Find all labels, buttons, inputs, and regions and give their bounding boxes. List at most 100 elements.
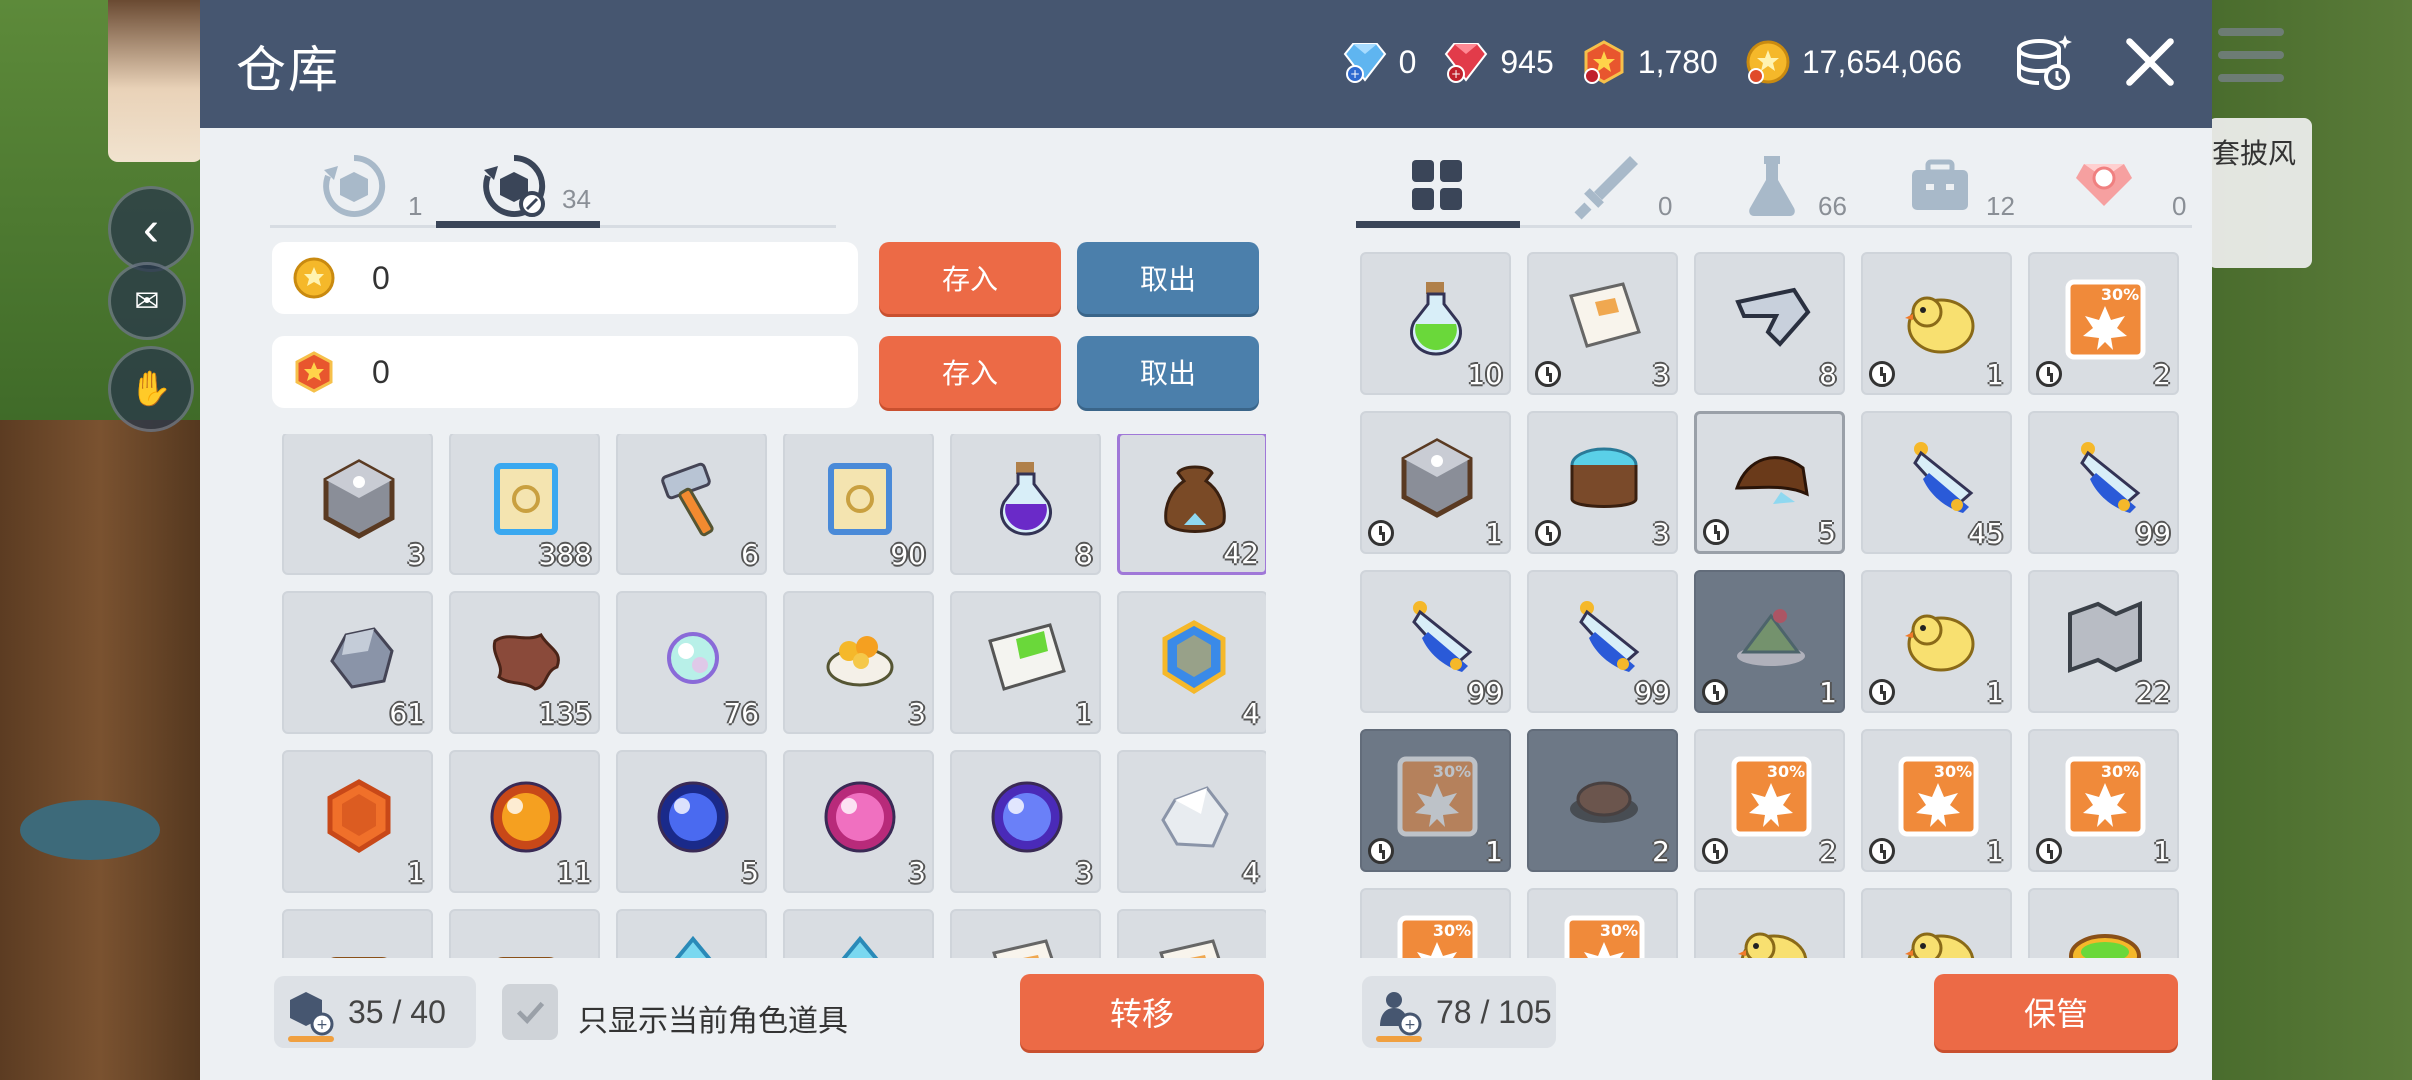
tab-etc[interactable]: 12 [1856,140,2024,228]
cube-icon [1390,431,1485,526]
storage-item-slot[interactable]: 5 [616,750,767,893]
meso-amount-field [272,242,858,314]
inventory-item-slot[interactable]: 22 [2028,570,2179,713]
transfer-button[interactable]: 转移 [1020,974,1264,1050]
inventory-item-slot[interactable]: 99 [1360,570,1511,713]
storage-item-slot[interactable]: 76 [616,591,767,734]
svg-text:30%: 30% [2101,285,2139,304]
coin-exchange-icon[interactable] [2002,22,2082,102]
clock-icon [1535,361,1561,387]
tab-all[interactable] [1356,140,1520,228]
inventory-item-slot[interactable]: 10 [1360,252,1511,395]
equipment-count: 0 [1658,191,1673,221]
tab-character-storage[interactable]: 34 [436,140,600,228]
storage-item-slot[interactable]: 8 [950,434,1101,575]
storage-item-grid[interactable]: 3 388 6 90 8 42 61 135 76 3 1 4 1 11 5 3 3 4 [282,434,1266,958]
inventory-item-slot[interactable] [1694,888,1845,958]
meso-deposit-button[interactable]: 存入 [879,242,1061,314]
blue-potion-icon [1891,431,1986,526]
inventory-item-slot[interactable]: 1 [1861,252,2012,395]
storage-item-slot[interactable]: 11 [449,750,600,893]
character-avatar[interactable] [108,0,203,162]
svg-text:30%: 30% [1934,762,1972,781]
svg-text:+: + [1404,1017,1416,1033]
point-deposit-button[interactable]: 存入 [879,336,1061,408]
storage-item-slot[interactable]: 3 [783,591,934,734]
inventory-item-slot[interactable]: 5 [1694,411,1845,554]
back-arrow-icon[interactable]: ‹ [108,186,194,272]
storage-item-slot[interactable]: 4 [1117,591,1266,734]
storage-item-slot[interactable] [449,909,600,958]
tab-equipment[interactable]: 0 [1520,140,1688,228]
storage-item-slot[interactable] [616,909,767,958]
point-amount-input[interactable] [372,346,832,398]
storage-item-slot[interactable]: 4 [1117,750,1266,893]
handshake-icon[interactable]: ✋ [108,346,194,432]
tab-consumable[interactable]: 66 [1688,140,1856,228]
checkmark-icon [516,1001,545,1025]
storage-item-slot[interactable]: 388 [449,434,600,575]
side-quest-card[interactable]: 套披风 [2208,118,2312,268]
inventory-item-slot[interactable]: 45 [1861,411,2012,554]
inventory-item-slot[interactable]: 30% 2 [2028,252,2179,395]
storage-item-count: 135 [538,697,592,730]
inventory-item-slot[interactable]: 2 [1527,729,1678,872]
cube-icon [312,452,407,547]
inventory-item-slot[interactable] [2028,888,2179,958]
meso-amount-input[interactable] [372,252,832,304]
storage-item-slot[interactable]: 1 [282,750,433,893]
chick-icon [1724,908,1819,958]
inventory-item-slot[interactable]: 30% [1360,888,1511,958]
storage-item-slot[interactable]: 42 [1117,434,1266,575]
close-button[interactable] [2110,22,2190,102]
inventory-item-slot[interactable]: 1 [1861,570,2012,713]
tab-cash[interactable]: 0 [2024,140,2192,228]
green-scroll-icon [980,611,1075,706]
hammer-icon [646,452,741,547]
svg-text:30%: 30% [1767,762,1805,781]
storage-item-slot[interactable] [783,909,934,958]
tab-shared-storage[interactable]: 1 [270,140,436,228]
inventory-item-grid[interactable]: 10 3 8 1 30% 2 1 3 5 45 99 99 99 1 1 22 30% 1 2 30% 2 30% 1 30%… [1360,250,2194,958]
storage-item-slot[interactable]: 6 [616,434,767,575]
currency-meso[interactable]: 17,654,066 [1742,36,1962,88]
current-character-checkbox[interactable] [502,984,558,1040]
inventory-capacity: + 78 / 105 [1362,976,1556,1048]
currency-maple-point[interactable]: 1,780 [1578,36,1718,88]
inventory-item-slot[interactable]: 30% [1527,888,1678,958]
storage-item-slot[interactable] [282,909,433,958]
storage-item-slot[interactable]: 3 [282,434,433,575]
store-button[interactable]: 保管 [1934,974,2178,1050]
storage-item-slot[interactable]: 1 [950,591,1101,734]
currency-blue-diamond[interactable]: + 0 [1339,36,1416,88]
point-withdraw-button[interactable]: 取出 [1077,336,1259,408]
clock-icon [2036,838,2062,864]
currency-red-gem[interactable]: + 945 [1440,36,1554,88]
meso-withdraw-button[interactable]: 取出 [1077,242,1259,314]
inventory-item-slot[interactable]: 30% 2 [1694,729,1845,872]
inventory-item-slot[interactable]: 3 [1527,252,1678,395]
inventory-item-slot[interactable]: 1 [1360,411,1511,554]
inventory-item-slot[interactable]: 30% 1 [1861,729,2012,872]
chick-icon [1891,590,1986,685]
inventory-item-slot[interactable] [1861,888,2012,958]
inventory-item-slot[interactable]: 8 [1694,252,1845,395]
etc-count: 12 [1986,191,2015,221]
storage-item-slot[interactable]: 90 [783,434,934,575]
inventory-item-slot[interactable]: 30% 1 [1360,729,1511,872]
storage-item-slot[interactable]: 61 [282,591,433,734]
inventory-item-slot[interactable]: 30% 1 [2028,729,2179,872]
storage-item-slot[interactable] [950,909,1101,958]
storage-item-slot[interactable]: 135 [449,591,600,734]
inventory-item-slot[interactable]: 1 [1694,570,1845,713]
storage-item-slot[interactable] [1117,909,1266,958]
storage-item-slot[interactable]: 3 [950,750,1101,893]
scroll-shortcut-icon[interactable]: ✉ [108,262,186,340]
inventory-item-slot[interactable]: 3 [1527,411,1678,554]
inventory-item-slot[interactable]: 99 [1527,570,1678,713]
storage-item-count: 11 [556,856,592,889]
inventory-item-slot[interactable]: 99 [2028,411,2179,554]
storage-item-count: 388 [538,538,592,571]
storage-item-slot[interactable]: 3 [783,750,934,893]
menu-icon[interactable] [2218,28,2284,82]
